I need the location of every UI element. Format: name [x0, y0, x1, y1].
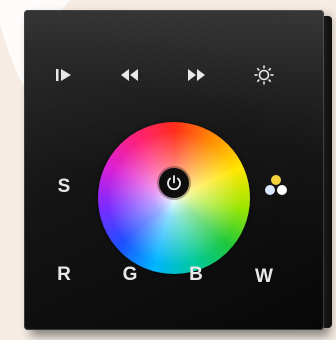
color-wheel[interactable] — [98, 122, 250, 274]
r-button[interactable]: R — [46, 260, 82, 290]
brightness-icon — [254, 65, 274, 85]
white-dot — [277, 185, 287, 195]
cool-dot — [265, 185, 275, 195]
b-button-label: B — [189, 264, 203, 285]
s-button[interactable]: S — [46, 172, 82, 202]
rgb-touch-panel: S R G B W — [24, 10, 332, 330]
fast-forward-button[interactable] — [178, 60, 214, 90]
g-button[interactable]: G — [112, 260, 148, 290]
s-button-label: S — [57, 176, 71, 197]
rewind-button[interactable] — [112, 60, 148, 90]
power-button[interactable] — [159, 168, 189, 198]
w-button-label: W — [255, 266, 273, 287]
w-button[interactable]: W — [246, 262, 282, 292]
warm-dot — [271, 175, 281, 185]
brightness-button[interactable] — [246, 60, 282, 90]
panel-edge — [324, 16, 332, 328]
b-button[interactable]: B — [178, 260, 214, 290]
fast-forward-icon — [188, 69, 205, 81]
play-pause-icon — [56, 69, 71, 81]
color-temperature-button[interactable] — [262, 175, 290, 201]
play-pause-button[interactable] — [46, 60, 82, 90]
power-icon — [167, 175, 181, 191]
r-button-label: R — [57, 264, 71, 285]
rewind-icon — [121, 69, 138, 81]
g-button-label: G — [122, 264, 138, 285]
